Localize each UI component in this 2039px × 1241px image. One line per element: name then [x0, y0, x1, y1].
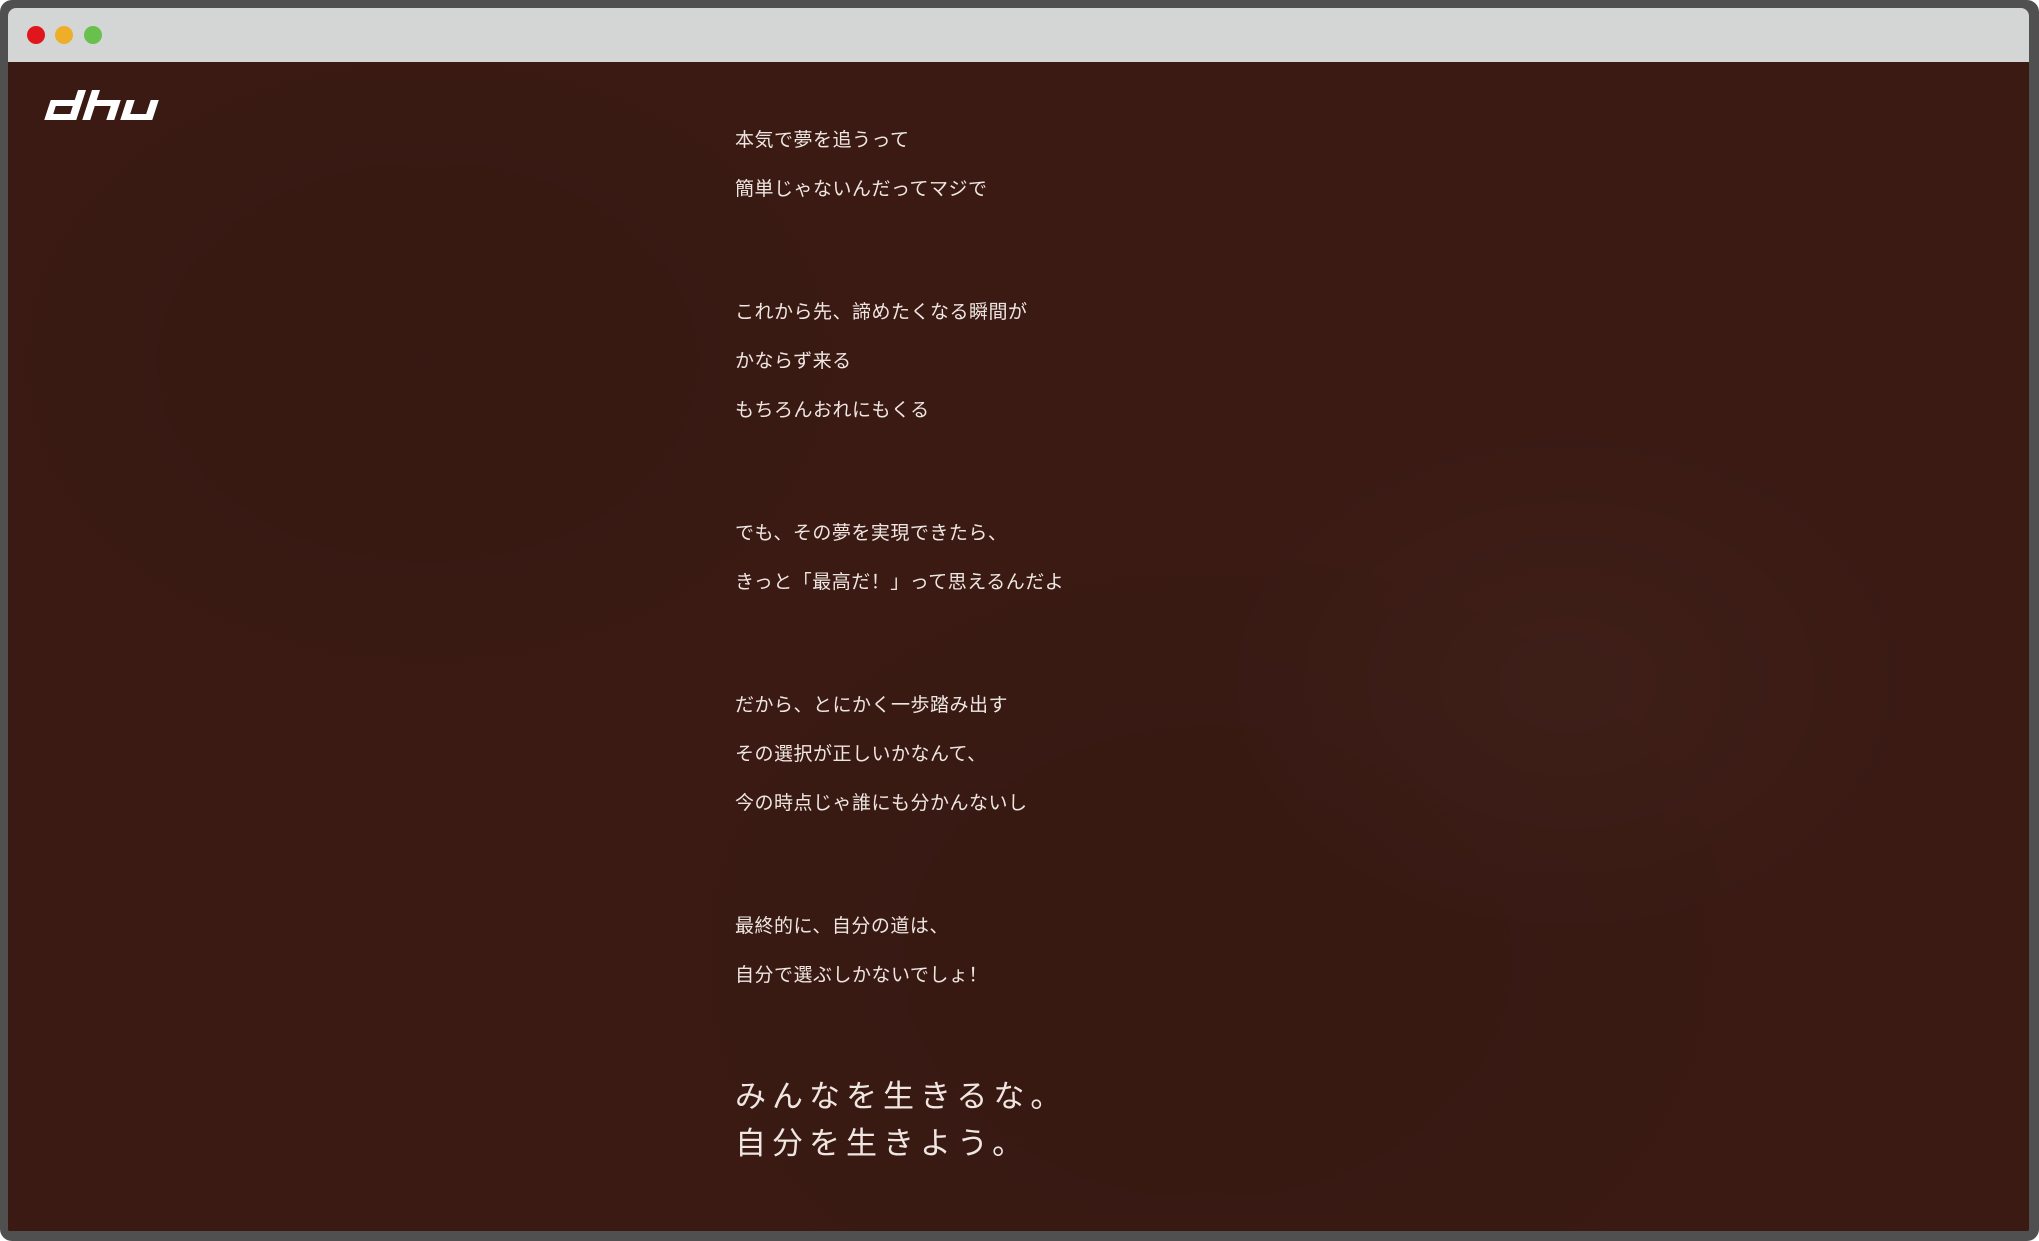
poem-line: だから、とにかく一歩踏み出す [735, 694, 1009, 716]
poem-stanza: 本気で夢を追うって 簡単じゃないんだってマジで [735, 116, 1255, 214]
poem-line: その選択が正しいかなんて、 [735, 743, 987, 765]
poem: 本気で夢を追うって 簡単じゃないんだってマジで これから先、諦めたくなる瞬間が … [735, 116, 1255, 1168]
poem-line: 簡単じゃないんだってマジで [735, 178, 988, 200]
closing-line: みんなを生きるな。 [735, 1079, 1068, 1115]
poem-line: 自分で選ぶしかないでしょ！ [735, 964, 988, 986]
page-content: 本気で夢を追うって 簡単じゃないんだってマジで これから先、諦めたくなる瞬間が … [8, 62, 2029, 1231]
dhu-logo-icon [44, 90, 159, 120]
poem-line: きっと「最高だ！」って思えるんだよ [735, 571, 1065, 593]
closing-line: 自分を生きよう。 [735, 1126, 1030, 1162]
title-bar [8, 8, 2029, 62]
poem-line: これから先、諦めたくなる瞬間が [735, 301, 1028, 323]
minimize-window-button[interactable] [55, 26, 73, 44]
close-window-button[interactable] [27, 26, 45, 44]
poem-line: 本気で夢を追うって [735, 129, 910, 151]
dhu-logo[interactable] [42, 90, 178, 120]
browser-frame: 本気で夢を追うって 簡単じゃないんだってマジで これから先、諦めたくなる瞬間が … [0, 0, 2039, 1241]
browser-window: 本気で夢を追うって 簡単じゃないんだってマジで これから先、諦めたくなる瞬間が … [8, 8, 2029, 1231]
poem-line: 最終的に、自分の道は、 [735, 915, 949, 937]
poem-line: でも、その夢を実現できたら、 [735, 522, 1008, 544]
poem-stanza: これから先、諦めたくなる瞬間が かならず来る もちろんおれにもくる [735, 288, 1255, 435]
poem-line: もちろんおれにもくる [735, 399, 930, 421]
closing-statement: みんなを生きるな。 自分を生きよう。 [735, 1074, 1255, 1168]
poem-stanza: 最終的に、自分の道は、 自分で選ぶしかないでしょ！ [735, 902, 1255, 1000]
poem-line: かならず来る [735, 350, 852, 372]
maximize-window-button[interactable] [84, 26, 102, 44]
poem-stanza: でも、その夢を実現できたら、 きっと「最高だ！」って思えるんだよ [735, 509, 1255, 607]
poem-stanza: だから、とにかく一歩踏み出す その選択が正しいかなんて、 今の時点じゃ誰にも分か… [735, 681, 1255, 828]
poem-line: 今の時点じゃ誰にも分かんないし [735, 792, 1028, 814]
